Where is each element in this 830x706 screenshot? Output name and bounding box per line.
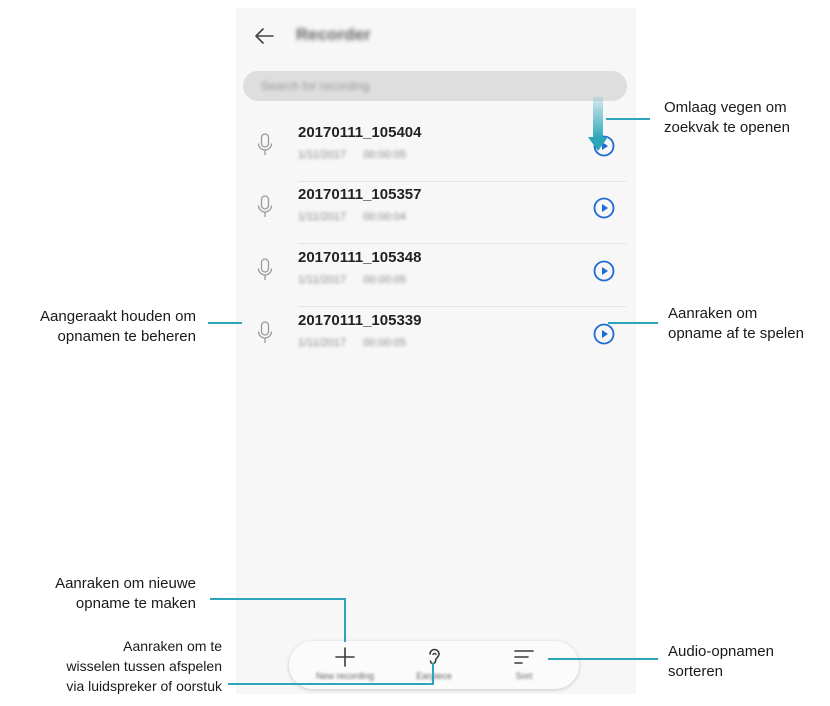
toggle-callout-line: Aanraken om te xyxy=(123,638,222,654)
plus-icon xyxy=(335,647,355,667)
sort-callout-line: sorteren xyxy=(668,663,724,680)
recording-date: 1/11/2017 xyxy=(298,274,347,286)
sort-icon xyxy=(514,650,534,664)
new-recording-leader-line xyxy=(210,598,346,600)
recording-date: 1/11/2017 xyxy=(298,337,347,349)
play-callout-line: Aanraken om xyxy=(668,305,758,322)
recording-duration: 00:00:04 xyxy=(363,211,407,223)
back-arrow-icon[interactable] xyxy=(252,24,276,48)
earpiece-toggle-button[interactable]: Earpiece xyxy=(394,645,474,685)
microphone-icon xyxy=(257,133,273,155)
sort-button[interactable]: Sort xyxy=(484,645,564,685)
sort-callout-line: Audio-opnamen xyxy=(668,643,774,660)
recording-duration: 00:00:05 xyxy=(363,149,407,161)
swipe-callout-line: Omlaag vegen om xyxy=(664,99,787,116)
toggle-callout-line: via luidspreker of oorstuk xyxy=(66,678,222,694)
recording-row[interactable]: 20170111_105357 1/11/2017 00:00:04 xyxy=(236,180,636,244)
app-header: Recorder xyxy=(236,8,636,66)
recording-row[interactable]: 20170111_105339 1/11/2017 00:00:05 xyxy=(236,306,636,370)
swipe-callout: Omlaag vegen om zoekvak te openen xyxy=(664,98,790,138)
play-callout-line: opname af te spelen xyxy=(668,325,804,342)
toggle-callout: Aanraken om te wisselen tussen afspelen … xyxy=(10,636,222,696)
recording-name: 20170111_105339 xyxy=(298,312,422,329)
recording-name: 20170111_105348 xyxy=(298,249,422,266)
recording-duration: 00:00:05 xyxy=(363,274,407,286)
earpiece-label: Earpiece xyxy=(416,671,452,681)
manage-callout-line: Aangeraakt houden om xyxy=(40,308,196,325)
search-placeholder: Search for recording xyxy=(261,79,370,93)
swipe-leader-line xyxy=(606,118,650,120)
manage-callout: Aangeraakt houden om opnamen te beheren xyxy=(8,307,196,347)
manage-leader-line xyxy=(208,322,242,324)
toggle-leader-line xyxy=(228,683,434,685)
recorder-screen: Recorder Search for recording 20170111_1… xyxy=(236,8,636,694)
play-icon[interactable] xyxy=(592,259,616,283)
ear-icon xyxy=(429,648,440,665)
recording-meta: 1/11/2017 00:00:05 xyxy=(298,274,406,286)
new-recording-callout-line: Aanraken om nieuwe xyxy=(55,575,196,592)
app-title: Recorder xyxy=(296,25,371,44)
new-recording-label: New recording xyxy=(315,671,375,681)
toggle-leader-line-vertical xyxy=(432,663,434,685)
recording-row[interactable]: 20170111_105404 1/11/2017 00:00:05 xyxy=(236,118,636,182)
play-icon[interactable] xyxy=(592,196,616,220)
microphone-icon xyxy=(257,258,273,280)
sort-label: Sort xyxy=(515,671,533,681)
recording-name: 20170111_105404 xyxy=(298,124,422,141)
recording-meta: 1/11/2017 00:00:05 xyxy=(298,337,406,349)
microphone-icon xyxy=(257,195,273,217)
sort-leader-line xyxy=(548,658,658,660)
new-recording-leader-line-vertical xyxy=(344,598,346,642)
swipe-callout-line: zoekvak te openen xyxy=(664,119,790,136)
recording-meta: 1/11/2017 00:00:05 xyxy=(298,149,406,161)
recording-duration: 00:00:05 xyxy=(363,337,407,349)
play-leader-line xyxy=(608,322,658,324)
recording-row[interactable]: 20170111_105348 1/11/2017 00:00:05 xyxy=(236,243,636,307)
play-callout: Aanraken om opname af te spelen xyxy=(668,304,804,344)
swipe-down-arrow-icon xyxy=(588,97,608,151)
toggle-callout-line: wisselen tussen afspelen xyxy=(66,658,222,674)
new-recording-callout-line: opname te maken xyxy=(75,595,196,612)
search-input[interactable]: Search for recording xyxy=(243,71,627,101)
bottom-action-bar: New recording Earpiece Sort xyxy=(289,641,579,689)
new-recording-button[interactable]: New recording xyxy=(305,645,385,685)
manage-callout-line: opnamen te beheren xyxy=(57,328,196,345)
recording-meta: 1/11/2017 00:00:04 xyxy=(298,211,406,223)
new-recording-callout: Aanraken om nieuwe opname te maken xyxy=(10,574,196,614)
recording-date: 1/11/2017 xyxy=(298,149,347,161)
microphone-icon xyxy=(257,321,273,343)
sort-callout: Audio-opnamen sorteren xyxy=(668,642,774,682)
recording-date: 1/11/2017 xyxy=(298,211,347,223)
recording-name: 20170111_105357 xyxy=(298,186,422,203)
play-icon[interactable] xyxy=(592,322,616,346)
